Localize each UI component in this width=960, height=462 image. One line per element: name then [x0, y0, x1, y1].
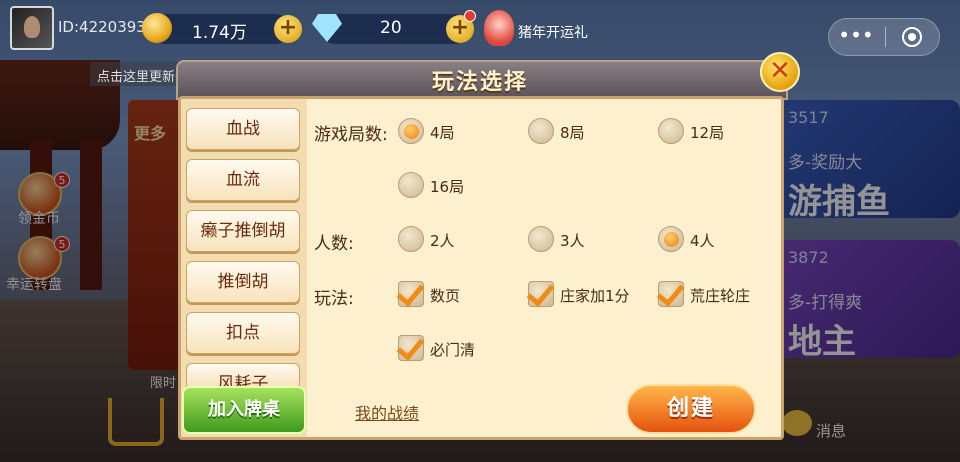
rounds-option-label[interactable]: 12局	[690, 122, 724, 143]
category-laizi-tuidaohu[interactable]: 癞子推倒胡	[186, 210, 300, 252]
checkbox-draw-rotate-banker[interactable]	[658, 281, 684, 307]
coin-value: 1.74万	[192, 23, 247, 43]
radio-rounds-12[interactable]	[658, 118, 684, 144]
pig-event-label[interactable]: 猪年开运礼	[518, 22, 588, 42]
more-icon[interactable]: •••	[838, 25, 874, 48]
rule-option-label[interactable]: 必门清	[430, 339, 475, 360]
avatar-icon[interactable]	[10, 6, 54, 50]
join-table-button[interactable]: 加入牌桌	[182, 386, 306, 434]
exit-icon[interactable]	[902, 27, 922, 47]
dialog-title: 玩法选择	[431, 70, 528, 95]
radio-players-4[interactable]	[658, 226, 684, 252]
add-coin-button[interactable]: +	[274, 15, 302, 43]
category-xueliu[interactable]: 血流	[186, 159, 300, 201]
radio-rounds-4[interactable]	[398, 118, 424, 144]
rounds-option-label[interactable]: 8局	[560, 122, 585, 143]
notification-dot	[464, 10, 476, 22]
category-koudian[interactable]: 扣点	[186, 312, 300, 354]
capsule-divider	[885, 27, 886, 47]
player-id: ID:4220393	[58, 18, 146, 36]
close-icon[interactable]: ✕	[760, 52, 800, 92]
rule-option-label[interactable]: 庄家加1分	[560, 285, 630, 306]
checkbox-banker-plus-one[interactable]	[528, 281, 554, 307]
coin-icon	[142, 13, 172, 43]
create-room-button[interactable]: 创建	[626, 384, 756, 434]
players-option-label[interactable]: 2人	[430, 230, 455, 251]
category-tuidaohu[interactable]: 推倒胡	[186, 261, 300, 303]
gem-value: 20	[380, 18, 402, 38]
rounds-option-label[interactable]: 4局	[430, 122, 455, 143]
players-label: 人数:	[314, 234, 354, 254]
rounds-option-label[interactable]: 16局	[430, 176, 464, 197]
rules-label: 玩法:	[314, 289, 354, 309]
radio-rounds-8[interactable]	[528, 118, 554, 144]
rule-option-label[interactable]: 荒庄轮庄	[690, 285, 750, 306]
rounds-label: 游戏局数:	[314, 125, 388, 145]
category-fenghaozi[interactable]: 风耗子	[186, 363, 300, 387]
checkbox-shuye[interactable]	[398, 281, 424, 307]
radio-rounds-16[interactable]	[398, 172, 424, 198]
radio-players-3[interactable]	[528, 226, 554, 252]
rule-option-label[interactable]: 数页	[430, 285, 460, 306]
checkbox-bimenqing[interactable]	[398, 335, 424, 361]
category-xuezhan[interactable]: 血战	[186, 108, 300, 150]
pig-gift-icon[interactable]	[484, 10, 514, 46]
players-option-label[interactable]: 4人	[690, 230, 715, 251]
radio-players-2[interactable]	[398, 226, 424, 252]
players-option-label[interactable]: 3人	[560, 230, 585, 251]
my-record-link[interactable]: 我的战绩	[355, 400, 419, 424]
